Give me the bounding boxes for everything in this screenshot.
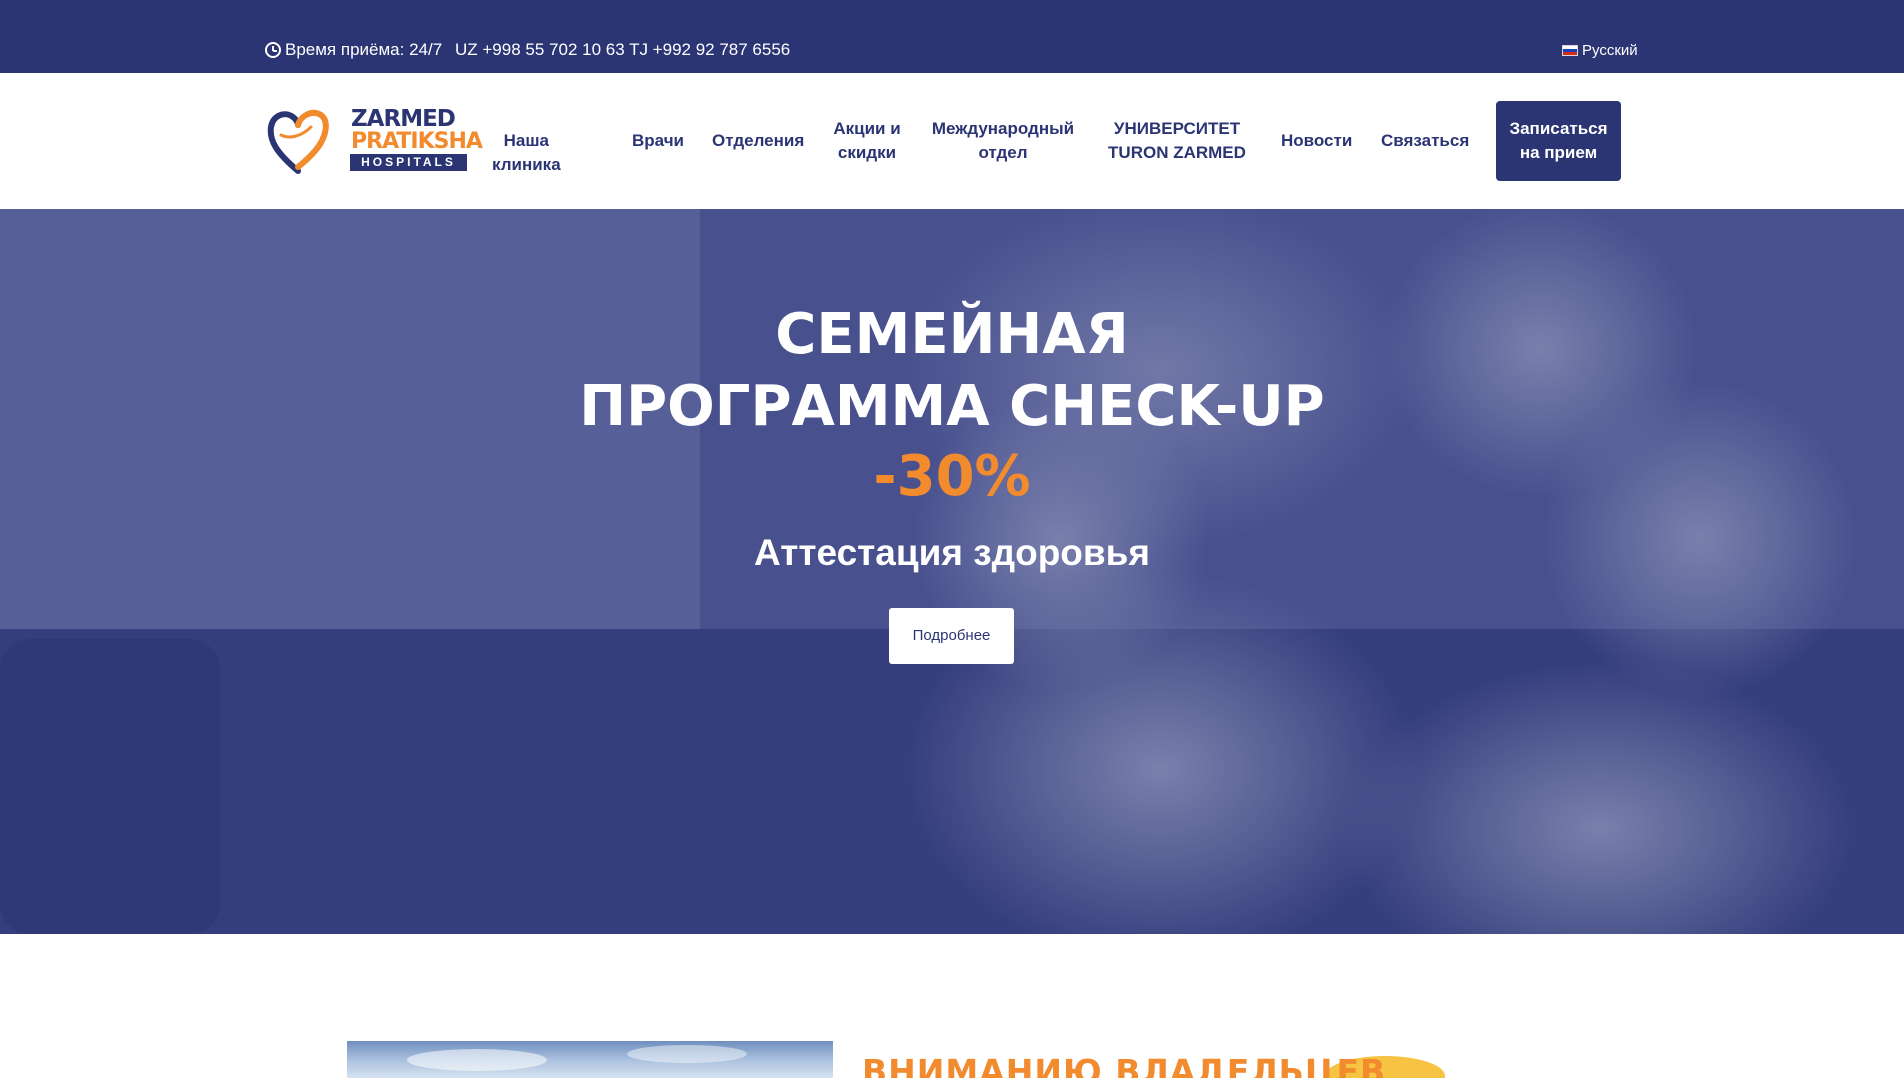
notice-section: ВНИМАНИЮ ВЛАДЕЛЬЦЕВ: [0, 934, 1904, 1078]
nav-item-news[interactable]: Новости: [1281, 129, 1352, 153]
nav-item-departments[interactable]: Отделения: [712, 129, 804, 153]
russia-flag-icon: [1562, 45, 1578, 56]
site-logo[interactable]: ZARMED PRATIKSHA HOSPITALS: [267, 105, 483, 175]
logo-text-hospitals: HOSPITALS: [350, 154, 467, 171]
hero-banner: СЕМЕЙНАЯ ПРОГРАММА CHECK-UP -30% Аттеста…: [0, 209, 1904, 934]
hero-discount: -30%: [873, 444, 1031, 509]
phone-numbers[interactable]: UZ +998 55 702 10 63 TJ +992 92 787 6556: [455, 40, 790, 60]
nav-item-contact[interactable]: Связаться: [1381, 129, 1469, 153]
logo-text-pratiksha: PRATIKSHA: [351, 129, 483, 154]
main-header: ZARMED PRATIKSHA HOSPITALS Наша клиника …: [0, 73, 1904, 209]
heart-logo-icon: [267, 109, 329, 174]
nav-item-promotions[interactable]: Акции и скидки: [828, 117, 906, 165]
hero-title: СЕМЕЙНАЯ ПРОГРАММА CHECK-UP: [452, 299, 1452, 443]
book-appointment-button[interactable]: Записаться на прием: [1496, 101, 1621, 181]
nav-item-international[interactable]: Международный отдел: [928, 117, 1078, 165]
nav-item-clinic[interactable]: Наша клиника: [492, 129, 561, 177]
nav-item-university[interactable]: УНИВЕРСИТЕТ TURON ZARMED: [1104, 117, 1250, 165]
working-hours-text: Время приёма: 24/7: [285, 40, 443, 59]
notice-heading: ВНИМАНИЮ ВЛАДЕЛЬЦЕВ: [862, 1052, 1387, 1078]
more-details-button[interactable]: Подробнее: [889, 608, 1014, 664]
nav-item-doctors[interactable]: Врачи: [632, 129, 684, 153]
hero-title-line1: СЕМЕЙНАЯ: [775, 302, 1129, 367]
top-info-bar: Время приёма: 24/7 UZ +998 55 702 10 63 …: [0, 0, 1904, 73]
language-label: Русский: [1582, 42, 1638, 59]
clock-icon: [265, 42, 281, 58]
language-switcher[interactable]: Русский: [1562, 42, 1638, 59]
notice-image: [347, 1041, 833, 1078]
hero-subtitle: Аттестация здоровья: [754, 532, 1150, 573]
working-hours: Время приёма: 24/7: [265, 40, 442, 60]
logo-text-zarmed: ZARMED: [351, 106, 456, 132]
hero-title-line2: ПРОГРАММА CHECK-UP: [579, 374, 1325, 439]
